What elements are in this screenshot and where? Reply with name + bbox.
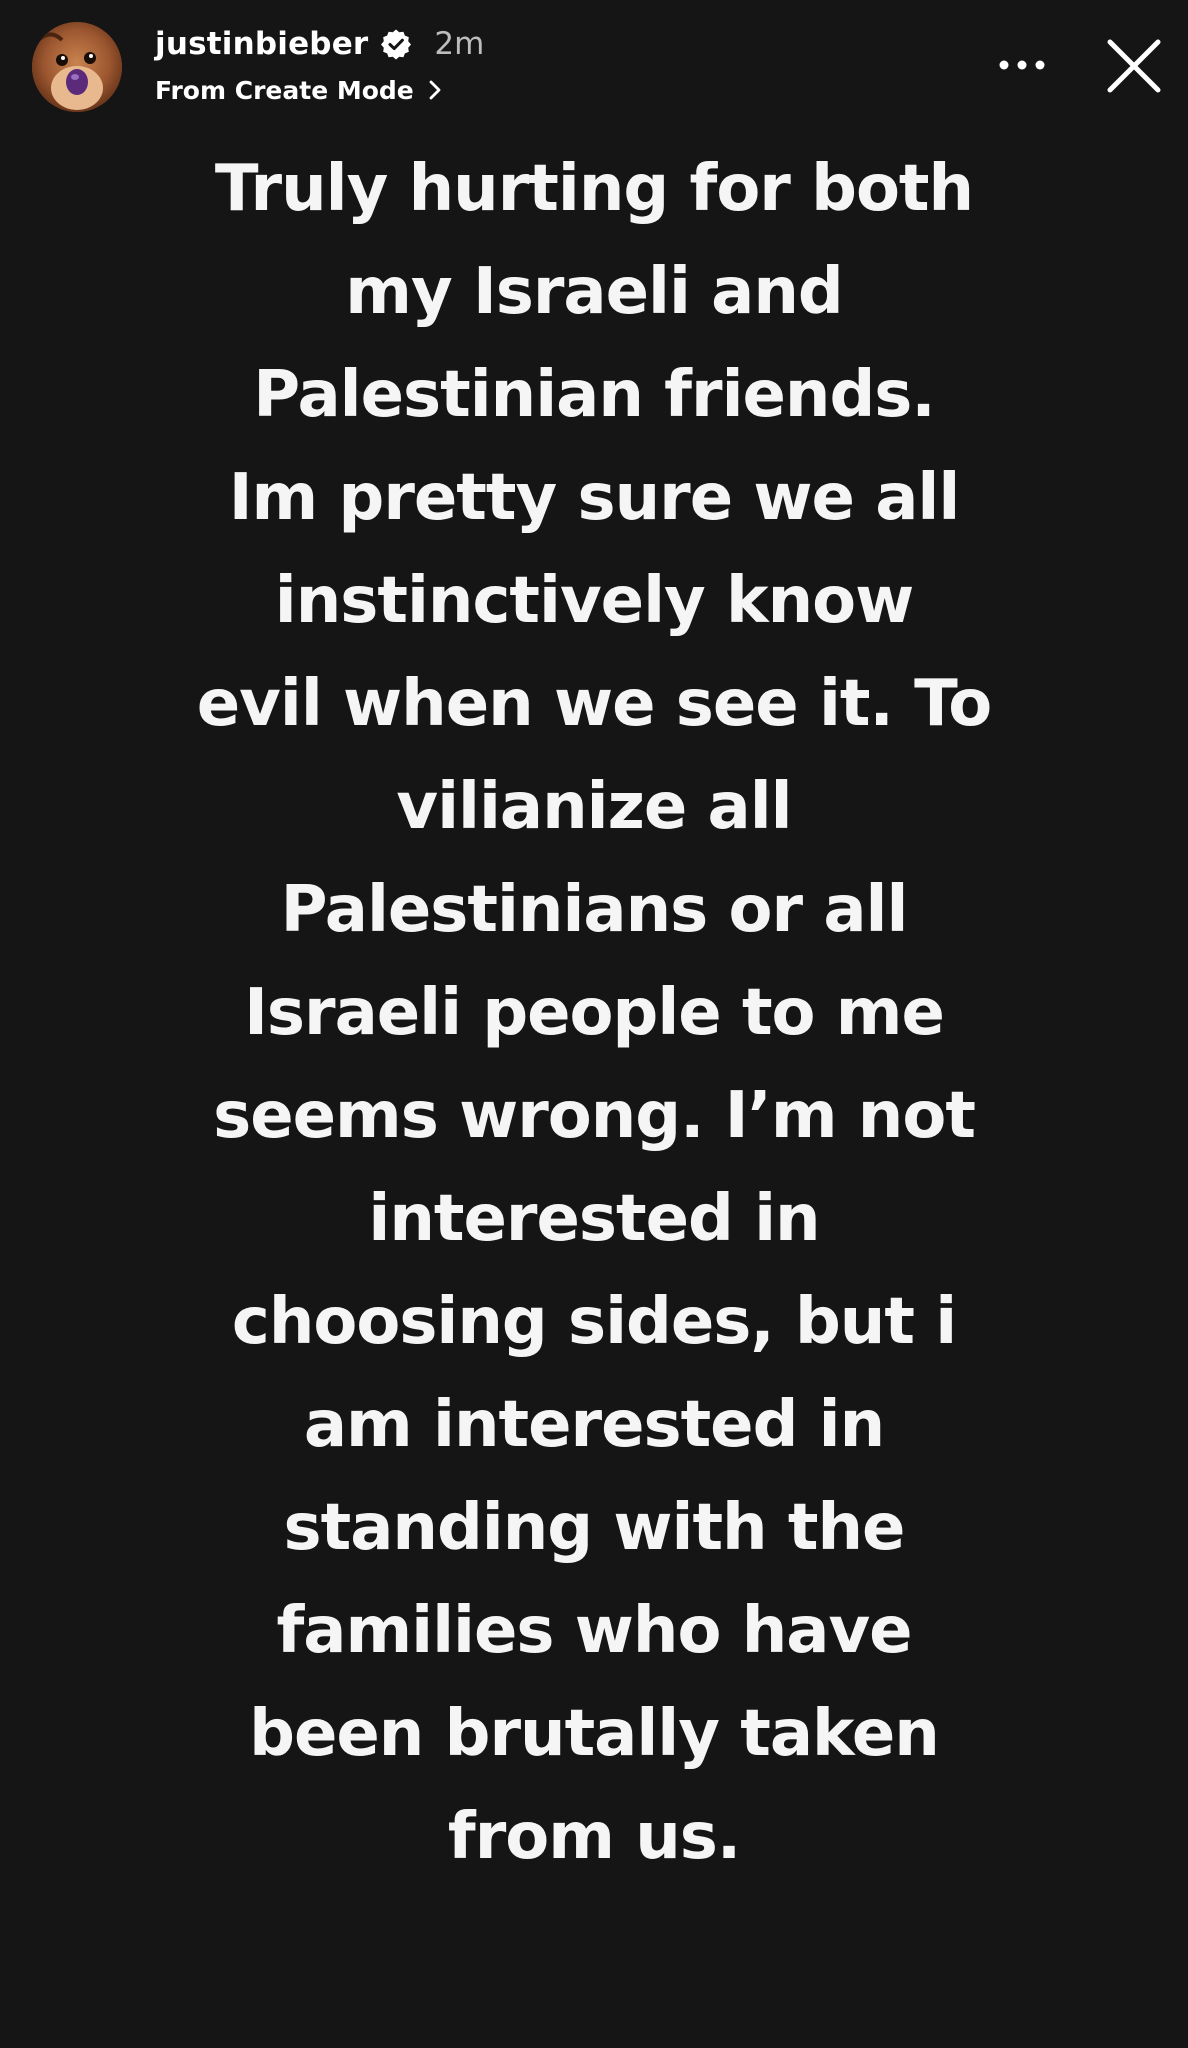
more-options-button[interactable] bbox=[990, 40, 1054, 90]
story-time: 2m bbox=[434, 26, 485, 62]
story-text-line: vilianize all bbox=[396, 770, 792, 844]
story-text-line: standing with the bbox=[283, 1491, 906, 1565]
story-text-line: Truly hurting for both bbox=[214, 152, 974, 226]
story-text-line: Im pretty sure we all bbox=[228, 461, 961, 535]
story-text-line: instinctively know bbox=[274, 564, 914, 638]
story-text-line: been brutally taken bbox=[249, 1697, 940, 1771]
avatar[interactable] bbox=[32, 22, 122, 112]
story-text-line: interested in bbox=[368, 1182, 820, 1256]
username[interactable]: justinbieber bbox=[155, 26, 368, 62]
story-text-line: my Israeli and bbox=[345, 255, 843, 329]
story-text-line: am interested in bbox=[303, 1388, 885, 1462]
source-link[interactable]: From Create Mode bbox=[155, 70, 484, 110]
avatar-image bbox=[32, 22, 122, 112]
story-text: Truly hurting for both my Israeli and Pa… bbox=[150, 138, 1038, 1889]
close-button[interactable] bbox=[1098, 30, 1170, 102]
story-text-line: Israeli people to me bbox=[244, 976, 945, 1050]
story-text-line: Palestinian friends. bbox=[253, 358, 935, 432]
story-text-line: Palestinians or all bbox=[280, 873, 909, 947]
story-text-line: families who have bbox=[276, 1594, 912, 1668]
story-text-line: evil when we see it. To bbox=[196, 667, 992, 741]
story-header: justinbieber 2m From Create Mode bbox=[0, 0, 1188, 130]
user-info: justinbieber 2m From Create Mode bbox=[155, 20, 484, 110]
verified-badge-icon bbox=[380, 28, 412, 60]
more-horizontal-icon bbox=[998, 59, 1046, 71]
story-text-line: choosing sides, but i bbox=[231, 1285, 957, 1359]
story-text-line: from us. bbox=[447, 1800, 741, 1874]
story-viewer: justinbieber 2m From Create Mode Truly h… bbox=[0, 0, 1188, 2048]
source-label: From Create Mode bbox=[155, 75, 414, 105]
close-icon bbox=[1104, 36, 1164, 96]
chevron-right-icon bbox=[424, 79, 446, 101]
user-row: justinbieber 2m bbox=[155, 20, 484, 68]
story-text-line: seems wrong. I’m not bbox=[213, 1079, 976, 1153]
